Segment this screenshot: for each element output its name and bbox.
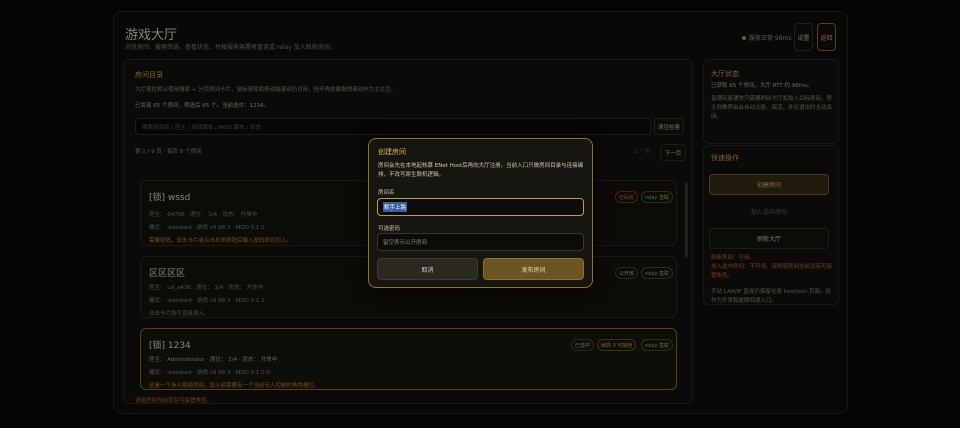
create-room-dialog: 创建房间 房间会先在本地起核慕 ENet Host后再向大厅注册。当前入口只做房…	[368, 138, 593, 288]
room-name-value: 默手上路	[383, 202, 408, 212]
password-input[interactable]: 留空表示公开房间	[377, 233, 584, 251]
room-name-label: 房间名	[378, 190, 395, 196]
cancel-button[interactable]: 取消	[377, 258, 478, 280]
dialog-description: 房间会先在本地起核慕 ENet Host后再向大厅注册。当前入口只做房间目录与连…	[378, 163, 584, 178]
dialog-title: 创建房间	[378, 148, 406, 156]
room-name-input[interactable]: 默手上路	[377, 198, 584, 216]
password-label: 可选密码	[378, 226, 401, 232]
publish-room-button[interactable]: 发布房间	[483, 258, 584, 280]
